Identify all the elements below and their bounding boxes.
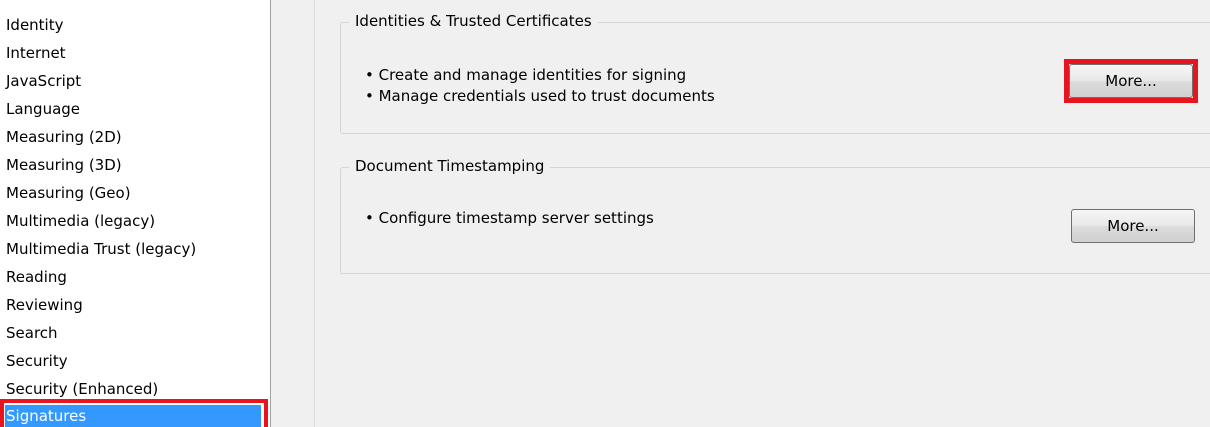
- group-title: Document Timestamping: [349, 157, 551, 175]
- category-multimedia-trust-legacy[interactable]: Multimedia Trust (legacy): [5, 238, 261, 260]
- category-multimedia-legacy[interactable]: Multimedia (legacy): [5, 210, 261, 232]
- group-title: Identities & Trusted Certificates: [349, 12, 598, 30]
- preferences-category-list[interactable]: Identity Internet JavaScript Language Me…: [0, 0, 271, 427]
- button-highlight-box: [1064, 59, 1198, 103]
- timestamp-more-button[interactable]: More...: [1071, 209, 1195, 243]
- category-search[interactable]: Search: [5, 322, 261, 344]
- bullet-create-identities: • Create and manage identities for signi…: [365, 66, 687, 84]
- category-security[interactable]: Security: [5, 350, 261, 372]
- panel-divider: [314, 0, 315, 427]
- category-reading[interactable]: Reading: [5, 266, 261, 288]
- category-measuring-3d[interactable]: Measuring (3D): [5, 154, 261, 176]
- identities-bullet-list: • Create and manage identities for signi…: [365, 65, 715, 107]
- category-javascript[interactable]: JavaScript: [5, 70, 261, 92]
- category-reviewing[interactable]: Reviewing: [5, 294, 261, 316]
- timestamp-bullet-list: • Configure timestamp server settings: [365, 208, 654, 229]
- category-measuring-2d[interactable]: Measuring (2D): [5, 126, 261, 148]
- category-measuring-geo[interactable]: Measuring (Geo): [5, 182, 261, 204]
- bullet-manage-credentials: • Manage credentials used to trust docum…: [365, 87, 715, 105]
- category-internet[interactable]: Internet: [5, 42, 261, 64]
- category-identity[interactable]: Identity: [5, 14, 261, 36]
- selection-highlight-box: [0, 399, 268, 427]
- bullet-configure-timestamp: • Configure timestamp server settings: [365, 209, 654, 227]
- category-security-enhanced[interactable]: Security (Enhanced): [5, 378, 261, 400]
- category-language[interactable]: Language: [5, 98, 261, 120]
